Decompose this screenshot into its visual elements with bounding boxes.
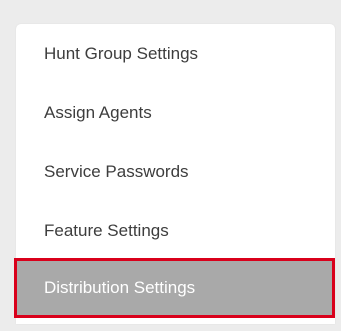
menu-item-label: Feature Settings [44,220,169,240]
menu-item-label: Hunt Group Settings [44,43,199,63]
settings-panel: Hunt Group Settings Assign Agents Servic… [0,0,341,331]
menu-item-service-passwords[interactable]: Service Passwords [16,142,335,201]
menu-item-distribution-settings[interactable]: Distribution Settings [14,258,335,318]
menu-item-feature-settings[interactable]: Feature Settings [16,201,335,260]
menu-item-label: Assign Agents [44,102,152,122]
settings-menu: Hunt Group Settings Assign Agents Servic… [14,24,335,324]
menu-item-hunt-group-settings[interactable]: Hunt Group Settings [16,24,335,83]
menu-item-label: Distribution Settings [44,278,196,297]
menu-item-assign-agents[interactable]: Assign Agents [16,83,335,142]
menu-item-label: Service Passwords [44,161,189,181]
